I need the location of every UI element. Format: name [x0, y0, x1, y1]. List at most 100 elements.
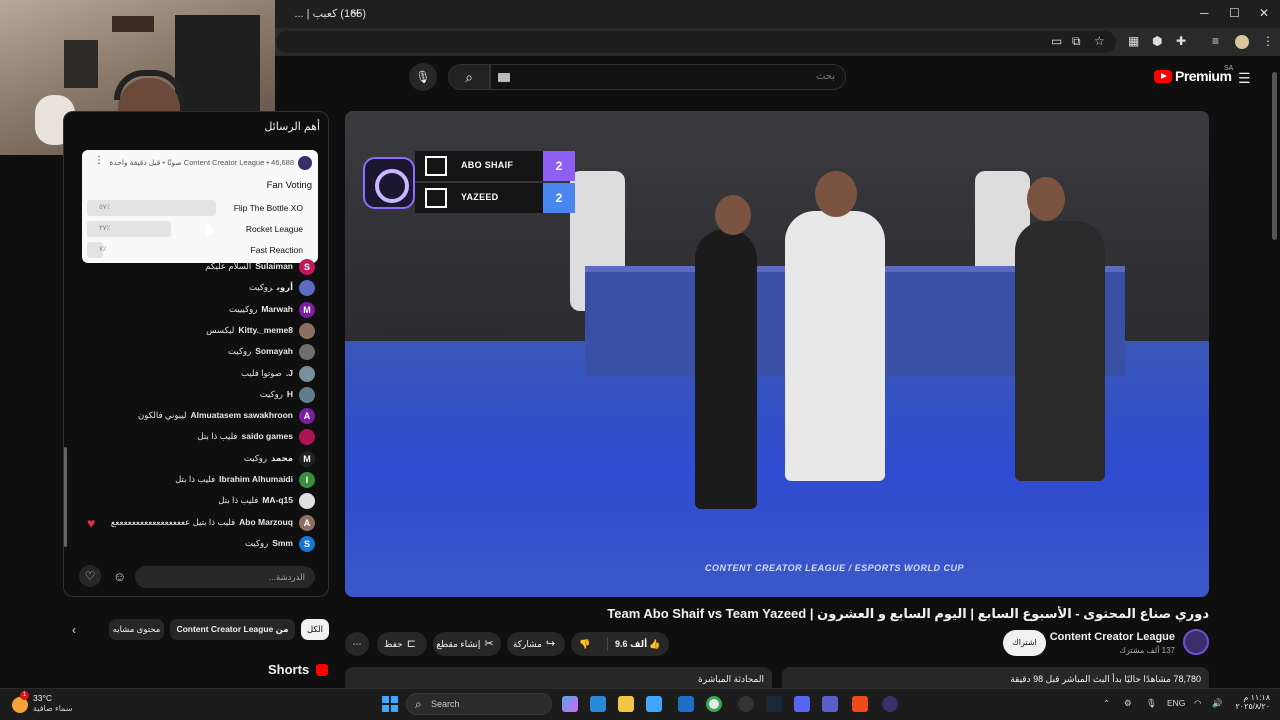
chat-author-name[interactable]: Sulaiman — [255, 261, 293, 271]
chat-author-name[interactable]: saido games — [242, 431, 294, 441]
chat-author-name[interactable]: Ibrahim Alhumaidi — [219, 474, 293, 484]
chat-author-name[interactable]: أروى — [277, 282, 293, 292]
volume-icon[interactable]: 🔊 — [1212, 698, 1223, 709]
poll-option[interactable]: ٧٪ Fast Reaction — [87, 242, 313, 258]
chat-author-avatar[interactable] — [299, 493, 315, 510]
edge-icon[interactable] — [590, 696, 606, 712]
chat-author-avatar[interactable] — [299, 344, 315, 361]
more-actions-button[interactable]: ⋯ — [345, 632, 369, 656]
reactions-button[interactable]: ♡ — [79, 565, 101, 587]
bookmark-star-icon[interactable]: ☆ — [1094, 34, 1105, 48]
like-icon[interactable]: 👍 — [649, 632, 660, 656]
chat-author-avatar[interactable]: S — [299, 259, 315, 275]
chat-author-name[interactable]: H — [287, 389, 293, 399]
chat-scrollbar[interactable] — [64, 447, 67, 547]
wifi-icon[interactable]: ◠ — [1194, 698, 1201, 709]
file-explorer-icon[interactable] — [618, 696, 634, 712]
chat-author-name[interactable]: Marwah — [261, 304, 293, 314]
chat-author-name[interactable]: Almuatasem sawakhroon — [190, 410, 293, 420]
chat-author-name[interactable]: محمد — [271, 453, 293, 463]
poll-option[interactable]: ٥٧٪ Flip The Bottle XO — [87, 200, 313, 216]
chat-message-text: J. صوتوا فليب — [241, 368, 293, 379]
chat-author-avatar[interactable]: M — [299, 301, 315, 318]
chat-author-name[interactable]: Kitty._meme8 — [238, 325, 293, 335]
subscribe-button[interactable]: اشتراك — [1003, 630, 1046, 656]
keyboard-icon[interactable] — [498, 73, 510, 82]
chat-input[interactable]: الدردشة... — [135, 566, 315, 588]
taskbar-clock[interactable]: ١١:١٨ م ٢٠٢٥/٨/٢٠ — [1230, 693, 1270, 711]
chat-author-avatar[interactable]: S — [299, 535, 315, 552]
microphone-tray-icon[interactable]: 🎙 — [1146, 698, 1157, 709]
tray-chevron-icon[interactable]: ⌃ — [1103, 698, 1110, 709]
language-indicator[interactable]: ENG — [1167, 698, 1185, 708]
brave-icon[interactable] — [852, 696, 868, 712]
poll-option-label: Rocket League — [245, 224, 303, 234]
chip-all[interactable]: الكل — [301, 619, 329, 640]
chat-author-avatar[interactable] — [299, 429, 315, 446]
chat-author-name[interactable]: Abo Marzouq — [239, 517, 293, 527]
channel-avatar[interactable] — [1183, 629, 1209, 655]
discord-icon[interactable] — [794, 696, 810, 712]
steam-icon[interactable] — [766, 696, 782, 712]
emoji-icon[interactable]: ☺ — [113, 569, 126, 584]
chat-author-avatar[interactable] — [299, 322, 315, 339]
browser-menu-icon[interactable]: ⋮ — [1262, 34, 1274, 48]
chat-author-avatar[interactable] — [299, 386, 315, 403]
chat-author-name[interactable]: J. — [286, 368, 293, 378]
chevron-left-icon[interactable]: ‹ — [72, 623, 76, 637]
voice-search-button[interactable]: 🎙 — [409, 63, 437, 91]
chat-header[interactable]: أهم الرسائل — [264, 120, 320, 133]
windows-start-icon[interactable] — [382, 696, 398, 712]
page-scrollbar[interactable] — [1272, 72, 1277, 240]
reading-list-icon[interactable]: ≡ — [1212, 34, 1219, 48]
chat-author-avatar[interactable]: I — [299, 472, 315, 488]
minimize-icon[interactable]: ─ — [1200, 6, 1209, 20]
chat-author-avatar[interactable]: A — [299, 514, 315, 531]
chrome-icon[interactable] — [706, 696, 722, 712]
save-label: حفظ — [384, 639, 403, 649]
poll-menu-icon[interactable]: ⋮ — [94, 155, 104, 166]
chat-author-avatar[interactable] — [299, 280, 315, 297]
chat-author-avatar[interactable]: A — [299, 408, 315, 425]
obs-icon[interactable] — [738, 696, 754, 712]
profile-avatar[interactable] — [1235, 35, 1249, 49]
save-button[interactable]: حفظ ⊏ — [377, 632, 427, 656]
search-button[interactable]: ⌕ — [448, 64, 490, 90]
store-icon[interactable] — [646, 696, 662, 712]
chat-author-avatar[interactable]: M — [299, 450, 315, 467]
dislike-icon[interactable]: 👎 — [579, 632, 590, 656]
guide-menu-icon[interactable]: ☰ — [1238, 70, 1251, 87]
copilot-icon[interactable] — [562, 696, 578, 712]
taskbar-search[interactable]: Search — [406, 693, 552, 715]
chip-from-channel[interactable]: من Content Creator League — [170, 619, 295, 640]
new-tab-button[interactable]: + — [353, 5, 362, 22]
search-input[interactable]: بحث — [490, 64, 846, 90]
outlook-icon[interactable] — [678, 696, 694, 712]
tray-app-icon[interactable]: ⚙ — [1124, 698, 1132, 709]
puzzle-icon[interactable]: ✚ — [1176, 34, 1186, 48]
extension-icon[interactable]: ▦ — [1128, 34, 1139, 48]
video-player[interactable]: ABO SHAIF 2 YAZEED 2 CONTENT CREATOR LEA… — [345, 111, 1209, 597]
poll-option[interactable]: ٣٧٪ Rocket League — [87, 221, 313, 237]
chat-author-name[interactable]: Somayah — [255, 346, 293, 356]
chip-related[interactable]: محتوى مشابه — [109, 619, 164, 640]
maximize-icon[interactable]: ☐ — [1229, 6, 1240, 20]
chat-author-name[interactable]: MA-q15 — [262, 495, 293, 505]
address-bar[interactable] — [276, 31, 1116, 53]
close-window-icon[interactable]: ✕ — [1259, 6, 1269, 20]
teams-icon[interactable] — [822, 696, 838, 712]
youtube-logo[interactable]: Premium SA — [1154, 65, 1234, 86]
shield-icon[interactable]: ⬢ — [1152, 34, 1162, 48]
chat-author-name[interactable]: Smm — [272, 538, 293, 548]
cast-icon[interactable]: ▭ — [1051, 34, 1062, 48]
weather-temp[interactable]: 33°C — [33, 693, 52, 703]
like-separator — [607, 637, 608, 651]
chat-message: I Ibrahim Alhumaidiفليب ذا بتل — [63, 472, 315, 490]
weather-desc[interactable]: سماء صافية — [33, 704, 73, 713]
clip-button[interactable]: إنشاء مقطع ✂ — [433, 632, 501, 656]
like-count[interactable]: 9.6 ألف — [615, 632, 647, 656]
chat-author-avatar[interactable] — [299, 365, 315, 382]
app-icon[interactable] — [882, 696, 898, 712]
translate-icon[interactable]: ⧉ — [1072, 34, 1081, 49]
share-button[interactable]: مشاركة ↪ — [507, 632, 565, 656]
